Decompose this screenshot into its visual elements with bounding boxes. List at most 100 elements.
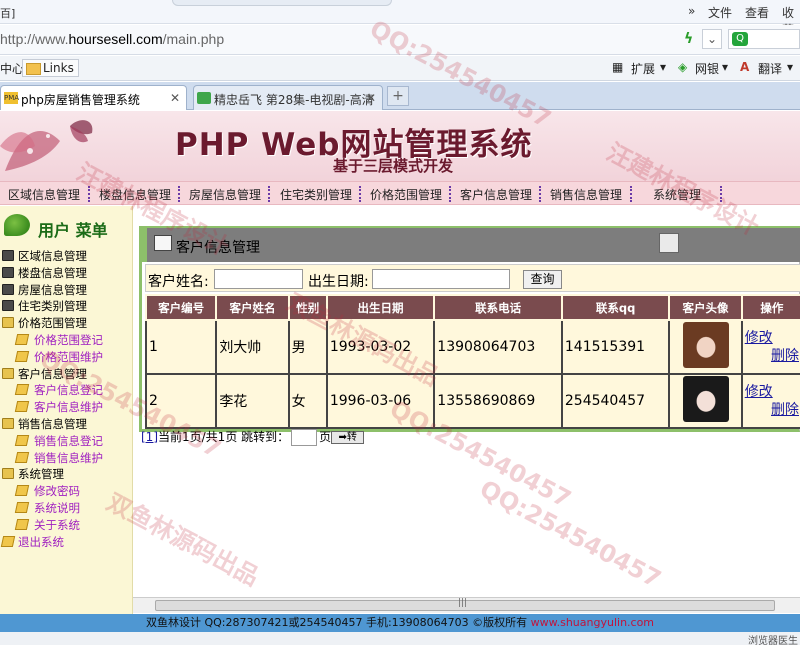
- sidebar-item-sales[interactable]: 销售信息管理: [0, 416, 133, 433]
- sidebar-item-area[interactable]: 区域信息管理: [0, 248, 133, 265]
- page-icon: [14, 434, 30, 446]
- menu-view[interactable]: 查看: [745, 4, 769, 21]
- scrollbar-grip: |||: [458, 598, 468, 608]
- video-site-icon: [197, 92, 211, 104]
- cell-qq: 141515391: [560, 319, 671, 375]
- page-link[interactable]: [1]: [141, 430, 158, 444]
- sidebar-item-price[interactable]: 价格范围管理: [0, 315, 133, 332]
- topnav-system[interactable]: 系统管理: [653, 186, 701, 203]
- menu-chevron[interactable]: »: [688, 4, 695, 18]
- table-header-row: 客户编号 客户姓名 性别 出生日期 联系电话 联系qq 客户头像 操作: [144, 294, 800, 321]
- topnav-area[interactable]: 区域信息管理: [8, 186, 80, 203]
- customer-avatar: [682, 322, 729, 368]
- topnav-customer[interactable]: 客户信息管理: [460, 186, 532, 203]
- links-folder[interactable]: Links: [22, 59, 79, 77]
- sidebar-item-logout[interactable]: 退出系统: [0, 534, 133, 551]
- page-jump-input[interactable]: [291, 429, 318, 446]
- footer: 双鱼林设计 QQ:287307421或254540457 手机:13908064…: [0, 614, 800, 632]
- sidebar-item-sales-edit[interactable]: 销售信息维护: [0, 450, 133, 467]
- nav-separator: [630, 186, 632, 202]
- panel-body: 客户姓名: 出生日期: 查询 客户编号 客户姓名 性别 出生日期 联系电话 联系…: [139, 262, 800, 432]
- tab-video[interactable]: 精忠岳飞 第28集-电视剧-高清 ✕: [193, 85, 383, 110]
- folder-icon: [2, 367, 14, 379]
- bookmark-fragment[interactable]: 中心: [0, 60, 24, 77]
- page-icon: [14, 350, 30, 362]
- cell-gender: 女: [287, 373, 328, 429]
- printer-icon[interactable]: [659, 233, 679, 253]
- sidebar-item-customer-add[interactable]: 客户信息登记: [0, 382, 133, 399]
- jump-button[interactable]: ➡转: [331, 431, 365, 444]
- search-box[interactable]: Q: [728, 29, 800, 49]
- topnav-house[interactable]: 房屋信息管理: [189, 186, 261, 203]
- book-icon: [2, 250, 14, 261]
- sidebar-item-housetype[interactable]: 住宅类别管理: [0, 298, 133, 315]
- footer-site-link[interactable]: www.shuangyulin.com: [531, 616, 654, 629]
- horizontal-scrollbar[interactable]: |||: [133, 597, 800, 613]
- topnav-price[interactable]: 价格范围管理: [370, 186, 442, 203]
- sidebar-item-sales-add[interactable]: 销售信息登记: [0, 433, 133, 450]
- edit-document-icon: [154, 235, 172, 251]
- customer-name-label: 客户姓名:: [148, 274, 209, 290]
- sidebar-item-customer[interactable]: 客户信息管理: [0, 366, 133, 383]
- close-icon[interactable]: ✕: [170, 91, 180, 105]
- cell-birth: 1996-03-06: [325, 373, 436, 429]
- dropdown-arrow-icon[interactable]: ▾: [660, 60, 666, 74]
- sidebar-item-price-add[interactable]: 价格范围登记: [0, 332, 133, 349]
- col-name: 客户姓名: [215, 294, 290, 321]
- extensions-button[interactable]: 扩展: [631, 60, 655, 77]
- page-icon: [14, 333, 30, 345]
- cell-birth: 1993-03-02: [325, 319, 436, 375]
- sidebar-item-about[interactable]: 关于系统: [0, 517, 133, 534]
- netbank-button[interactable]: 网银: [695, 60, 719, 77]
- titlebar-tab-edge: [172, 0, 392, 6]
- sidebar-item-house[interactable]: 房屋信息管理: [0, 282, 133, 299]
- close-icon[interactable]: ✕: [366, 91, 376, 105]
- topnav-sales[interactable]: 销售信息管理: [550, 186, 622, 203]
- nav-separator: [449, 186, 451, 202]
- dropdown-arrow-icon[interactable]: ▾: [787, 60, 793, 74]
- cell-phone: 13558690869: [433, 373, 563, 429]
- grid-icon[interactable]: ▦: [612, 60, 623, 74]
- folder-icon: [2, 468, 14, 480]
- sidebar-item-price-edit[interactable]: 价格范围维护: [0, 349, 133, 366]
- cell-actions: 修改 删除: [740, 373, 800, 429]
- birth-date-input[interactable]: [372, 269, 510, 289]
- sidebar-item-password[interactable]: 修改密码: [0, 483, 133, 500]
- col-birth: 出生日期: [325, 294, 436, 321]
- nav-separator: [88, 186, 90, 202]
- translate-button[interactable]: 翻译: [758, 60, 782, 77]
- table-row: 1 刘大帅 男 1993-03-02 13908064703 141515391…: [144, 319, 800, 375]
- page-icon: [14, 518, 30, 530]
- address-bar[interactable]: http://www.hoursesell.com/main.php ϟ ⌄ Q: [0, 25, 800, 55]
- topnav-building[interactable]: 楼盘信息管理: [99, 186, 171, 203]
- delete-link[interactable]: 删除: [745, 347, 799, 365]
- nav-separator: [178, 186, 180, 202]
- page-icon: [14, 401, 30, 413]
- query-button[interactable]: 查询: [523, 270, 562, 289]
- page-title: 客户信息管理: [176, 240, 260, 256]
- customer-table: 客户编号 客户姓名 性别 出生日期 联系电话 联系qq 客户头像 操作 1 刘大…: [144, 294, 800, 429]
- status-bar: 浏览器医生: [0, 632, 800, 647]
- birth-date-label: 出生日期:: [308, 274, 369, 290]
- col-avatar: 客户头像: [668, 294, 743, 321]
- new-tab-button[interactable]: +: [387, 86, 409, 106]
- topnav-housetype[interactable]: 住宅类别管理: [280, 186, 352, 203]
- sidebar-item-customer-edit[interactable]: 客户信息维护: [0, 399, 133, 416]
- page-icon: [14, 451, 30, 463]
- page-icon: [14, 501, 30, 513]
- edit-link[interactable]: 修改: [745, 329, 799, 347]
- edit-link[interactable]: 修改: [745, 383, 799, 401]
- tab-label: 精忠岳飞 第28集-电视剧-高清: [214, 93, 374, 107]
- tab-php-system[interactable]: PMA php房屋销售管理系统 ✕: [0, 85, 187, 110]
- sidebar-item-building[interactable]: 楼盘信息管理: [0, 265, 133, 282]
- col-qq: 联系qq: [560, 294, 671, 321]
- dropdown-arrow-icon[interactable]: ▾: [722, 60, 728, 74]
- url-text[interactable]: http://www.hoursesell.com/main.php: [0, 31, 224, 47]
- lightning-icon[interactable]: ϟ: [684, 31, 702, 49]
- menu-file[interactable]: 文件: [708, 4, 732, 21]
- customer-name-input[interactable]: [214, 269, 303, 289]
- sidebar-item-system[interactable]: 系统管理: [0, 466, 133, 483]
- chevron-down-icon[interactable]: ⌄: [702, 29, 722, 49]
- delete-link[interactable]: 删除: [745, 401, 799, 419]
- sidebar-item-help[interactable]: 系统说明: [0, 500, 133, 517]
